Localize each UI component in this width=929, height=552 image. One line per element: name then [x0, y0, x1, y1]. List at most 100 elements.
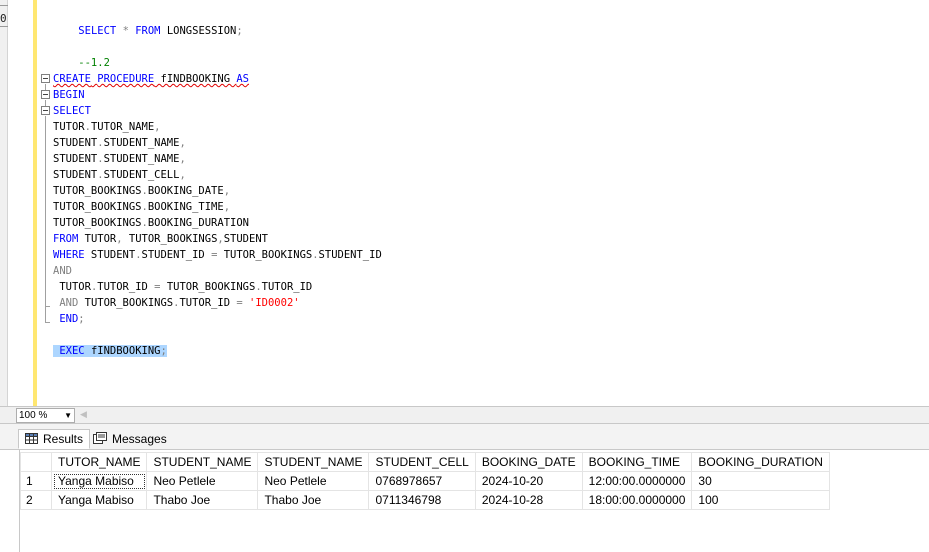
grid-cell[interactable]: 30 [691, 471, 830, 491]
column-header[interactable]: BOOKING_DATE [474, 452, 583, 472]
code-token: TUTOR_NAME [90, 121, 155, 133]
grid-cell[interactable]: 100 [691, 490, 830, 510]
code-line[interactable]: AND [53, 263, 72, 279]
code-token: LONGSESSION [160, 25, 237, 37]
code-token: TUTOR_BOOKINGS [53, 185, 142, 197]
code-token: , [223, 201, 231, 213]
column-header[interactable]: STUDENT_CELL [368, 452, 476, 472]
code-token: 'ID0002' [249, 297, 300, 309]
code-token: TUTOR_BOOKINGS [78, 297, 174, 309]
chevron-down-icon: ▼ [64, 411, 72, 420]
tab-messages-label: Messages [112, 432, 167, 446]
code-token: fINDBOOKING [84, 345, 161, 357]
outline-guide [45, 116, 46, 322]
code-token: PROCEDURE [97, 73, 155, 85]
code-line[interactable]: STUDENT.STUDENT_CELL, [53, 167, 186, 183]
code-token: ; [78, 313, 85, 325]
line-number-strip: 0 [0, 0, 8, 406]
zoom-bar: 100 % ▼ ◀ [0, 406, 929, 424]
column-header[interactable]: TUTOR_NAME [50, 452, 148, 472]
tab-results-label: Results [43, 432, 84, 446]
collapse-select-icon[interactable] [41, 106, 50, 115]
code-line[interactable]: TUTOR.TUTOR_NAME, [53, 119, 160, 135]
row-number[interactable]: 2 [20, 490, 52, 510]
messages-icon [93, 431, 107, 449]
grid-cell[interactable]: 2024-10-28 [474, 490, 583, 510]
tab-results[interactable]: Results [18, 429, 91, 449]
code-token: TUTOR_ID [261, 281, 313, 293]
code-token: BEGIN [53, 89, 85, 101]
code-token: , [154, 121, 161, 133]
column-header[interactable]: BOOKING_TIME [581, 452, 693, 472]
code-line[interactable]: EXEC fINDBOOKING; [53, 343, 167, 359]
grid-cell[interactable]: Neo Petlele [146, 471, 259, 491]
code-token: FROM [53, 233, 79, 245]
row-number[interactable]: 1 [20, 471, 52, 491]
results-tab-strip: Results Messages [0, 424, 929, 450]
grid-cell[interactable]: 12:00:00.0000000 [581, 471, 693, 491]
code-token: TUTOR_ID [179, 297, 237, 309]
code-line[interactable]: CREATE PROCEDURE fINDBOOKING AS [53, 71, 249, 87]
grid-cell[interactable]: Yanga Mabiso [50, 471, 148, 491]
results-grid-area: TUTOR_NAME STUDENT_NAME STUDENT_NAME STU… [0, 450, 929, 552]
code-line[interactable]: STUDENT.STUDENT_NAME, [53, 135, 186, 151]
code-token: STUDENT_ID [318, 249, 382, 261]
results-grid[interactable]: TUTOR_NAME STUDENT_NAME STUDENT_NAME STU… [20, 452, 830, 510]
code-token: STUDENT_CELL [103, 169, 180, 181]
code-token: WHERE [53, 249, 85, 261]
code-line[interactable]: AND TUTOR_BOOKINGS.TUTOR_ID = 'ID0002' [53, 295, 300, 311]
code-token: STUDENT [53, 169, 98, 181]
code-token: BOOKING_TIME [147, 201, 224, 213]
code-token: ; [236, 25, 243, 37]
code-line[interactable]: TUTOR_BOOKINGS.BOOKING_TIME, [53, 199, 230, 215]
grid-cell[interactable]: 0711346798 [368, 490, 476, 510]
code-line[interactable]: SELECT * FROM LONGSESSION; [53, 23, 243, 39]
code-token: AND [53, 265, 72, 277]
code-token: TUTOR_ID [97, 281, 155, 293]
code-token: , [223, 185, 231, 197]
collapse-begin-icon[interactable] [41, 90, 50, 99]
code-token: FROM [135, 25, 161, 37]
code-token: STUDENT_NAME [103, 153, 180, 165]
code-token: SELECT [53, 105, 91, 117]
collapse-create-procedure-icon[interactable] [41, 74, 50, 83]
code-token: , [179, 137, 186, 149]
grid-corner-cell[interactable] [20, 452, 52, 472]
grid-cell[interactable]: 2024-10-20 [474, 471, 583, 491]
column-header[interactable]: BOOKING_DURATION [691, 452, 830, 472]
code-token: STUDENT [53, 153, 98, 165]
outlining-margin [37, 0, 48, 406]
column-header[interactable]: STUDENT_NAME [146, 452, 259, 472]
code-line[interactable]: TUTOR_BOOKINGS.BOOKING_DURATION [53, 215, 249, 231]
code-token: STUDENT [84, 249, 136, 261]
code-line[interactable]: END; [53, 311, 85, 327]
grid-cell[interactable]: 0768978657 [368, 471, 476, 491]
table-row[interactable]: 2 Yanga Mabiso Thabo Joe Thabo Joe 07113… [20, 490, 830, 510]
column-header[interactable]: STUDENT_NAME [257, 452, 370, 472]
code-token: BOOKING_DATE [147, 185, 224, 197]
code-line[interactable]: TUTOR_BOOKINGS.BOOKING_DATE, [53, 183, 230, 199]
grid-cell[interactable]: 18:00:00.0000000 [581, 490, 693, 510]
zoom-select[interactable]: 100 % ▼ [16, 408, 75, 423]
grid-header-row: TUTOR_NAME STUDENT_NAME STUDENT_NAME STU… [20, 452, 830, 472]
code-line[interactable]: BEGIN [53, 87, 85, 103]
grid-cell[interactable]: Thabo Joe [257, 490, 370, 510]
query-editor[interactable]: 0 SELECT * FROM LONGSESSION; --1.2 CREATE… [0, 0, 929, 406]
code-token: EXEC [59, 345, 85, 357]
table-row[interactable]: 1 Yanga Mabiso Neo Petlele Neo Petlele 0… [20, 471, 830, 491]
outline-end-marker [45, 306, 50, 307]
code-token: SELECT [78, 25, 117, 37]
code-line[interactable]: TUTOR.TUTOR_ID = TUTOR_BOOKINGS.TUTOR_ID [53, 279, 312, 295]
code-token: ; [160, 345, 167, 357]
grid-cell[interactable]: Yanga Mabiso [50, 490, 148, 510]
scroll-left-icon[interactable]: ◀ [80, 410, 90, 422]
grid-cell[interactable]: Thabo Joe [146, 490, 259, 510]
tab-messages[interactable]: Messages [86, 429, 174, 449]
code-line[interactable]: FROM TUTOR, TUTOR_BOOKINGS,STUDENT [53, 231, 268, 247]
code-line[interactable]: WHERE STUDENT.STUDENT_ID = TUTOR_BOOKING… [53, 247, 382, 263]
code-line[interactable]: SELECT [53, 103, 91, 119]
code-line[interactable]: STUDENT.STUDENT_NAME, [53, 151, 186, 167]
code-line[interactable]: --1.2 [53, 55, 110, 71]
grid-cell[interactable]: Neo Petlele [257, 471, 370, 491]
